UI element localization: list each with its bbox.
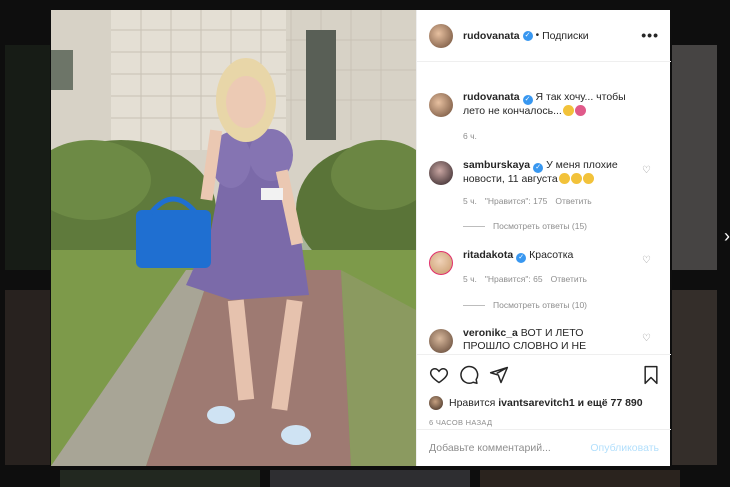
comment-username[interactable]: veronikc_a xyxy=(463,327,518,339)
crying-emoji-icon xyxy=(558,173,570,184)
like-comment-icon[interactable]: ♡ xyxy=(642,165,651,176)
commenter-avatar[interactable] xyxy=(429,251,453,275)
likes-summary[interactable]: Нравится ivantsarevitch1 и ещё 77 890 xyxy=(429,396,643,410)
crying-emoji-icon xyxy=(570,173,582,184)
likes-count[interactable]: и ещё 77 890 xyxy=(578,397,643,409)
verified-badge-icon: ✓ xyxy=(522,30,533,41)
caption-item: rudovanata ✓ Я так хочу... чтобы лето не … xyxy=(429,91,659,118)
like-comment-icon[interactable]: ♡ xyxy=(642,255,651,266)
crying-emoji-icon xyxy=(582,173,594,184)
caption-username[interactable]: rudovanata xyxy=(463,91,520,103)
view-replies-label: Посмотреть ответы (15) xyxy=(493,221,587,231)
liker-username[interactable]: ivantsarevitch1 xyxy=(498,397,574,409)
liker-avatar[interactable] xyxy=(429,396,443,410)
verified-badge-icon: ✓ xyxy=(533,163,544,173)
comment-item: samburskaya ✓ У меня плохие новости, 11 а… xyxy=(429,159,659,186)
comment-body: veronikc_a ВОТ И ЛЕТО ПРОШЛО СЛОВНО И НЕ xyxy=(463,327,633,353)
publish-button[interactable]: Опубликовать xyxy=(590,442,659,454)
post-sidebar: rudovanata ✓ • Подписки ••• rudovanata ✓ … xyxy=(416,10,671,466)
caption-body: rudovanata ✓ Я так хочу... чтобы лето не … xyxy=(463,91,633,118)
separator-dot: • xyxy=(535,30,540,41)
comment-item: ritadakota ✓ Красотка xyxy=(429,249,659,275)
verified-badge-icon: ✓ xyxy=(516,253,527,263)
caption-time: 6 ч. xyxy=(463,131,485,141)
verified-badge-icon: ✓ xyxy=(522,95,533,105)
more-options-icon[interactable]: ••• xyxy=(641,28,659,42)
chevron-right-icon[interactable]: › xyxy=(724,226,730,247)
likes-prefix: Нравится xyxy=(449,397,496,409)
comment-likes[interactable]: "Нравится": 65 xyxy=(485,274,543,284)
like-comment-icon[interactable]: ♡ xyxy=(642,333,651,344)
comment-icon[interactable] xyxy=(459,365,479,385)
replies-line xyxy=(463,304,485,306)
author-avatar[interactable] xyxy=(429,93,453,117)
heart-bouquet-emoji-icon xyxy=(574,105,586,116)
post-image xyxy=(51,10,416,466)
post-modal: rudovanata ✓ • Подписки ••• rudovanata ✓ … xyxy=(51,10,671,466)
author-username[interactable]: rudovanata xyxy=(463,30,520,42)
bookmark-icon[interactable] xyxy=(641,365,661,385)
author-avatar[interactable] xyxy=(429,23,453,48)
comment-username[interactable]: ritadakota xyxy=(463,249,513,261)
post-header: rudovanata ✓ • Подписки ••• xyxy=(417,10,671,62)
add-comment-bar: Добавьте комментарий... Опубликовать xyxy=(417,429,671,466)
reply-button[interactable]: Ответить xyxy=(551,274,587,284)
following-button[interactable]: Подписки xyxy=(542,30,589,42)
heart-icon[interactable] xyxy=(429,365,449,385)
smile-emoji-icon xyxy=(562,105,574,116)
comments-list[interactable]: rudovanata ✓ Я так хочу... чтобы лето не … xyxy=(417,63,671,354)
reply-button[interactable]: Ответить xyxy=(555,196,591,206)
comment-username[interactable]: samburskaya xyxy=(463,159,530,171)
comment-body: samburskaya ✓ У меня плохие новости, 11 а… xyxy=(463,159,633,186)
comment-time: 5 ч. xyxy=(463,196,477,206)
view-replies[interactable]: Посмотреть ответы (10) xyxy=(463,300,587,310)
post-timestamp[interactable]: 6 ЧАСОВ НАЗАД xyxy=(429,418,492,427)
commenter-avatar[interactable] xyxy=(429,161,453,185)
post-photo[interactable] xyxy=(51,10,416,466)
replies-line xyxy=(463,225,485,227)
comment-likes[interactable]: "Нравится": 175 xyxy=(485,196,547,206)
comment-time: 5 ч. xyxy=(463,274,477,284)
comment-meta: 5 ч. "Нравится": 175 Ответить xyxy=(463,196,600,206)
commenter-avatar[interactable] xyxy=(429,329,453,353)
comment-input[interactable]: Добавьте комментарий... xyxy=(429,442,551,454)
view-replies-label: Посмотреть ответы (10) xyxy=(493,300,587,310)
comment-text: Красотка xyxy=(529,249,574,261)
view-replies[interactable]: Посмотреть ответы (15) xyxy=(463,221,587,231)
share-icon[interactable] xyxy=(489,365,509,385)
comment-item: veronikc_a ВОТ И ЛЕТО ПРОШЛО СЛОВНО И НЕ xyxy=(429,327,659,353)
comment-body: ritadakota ✓ Красотка xyxy=(463,249,633,275)
comment-meta: 5 ч. "Нравится": 65 Ответить xyxy=(463,274,595,284)
caption-timestamp: 6 ч. xyxy=(463,131,477,141)
